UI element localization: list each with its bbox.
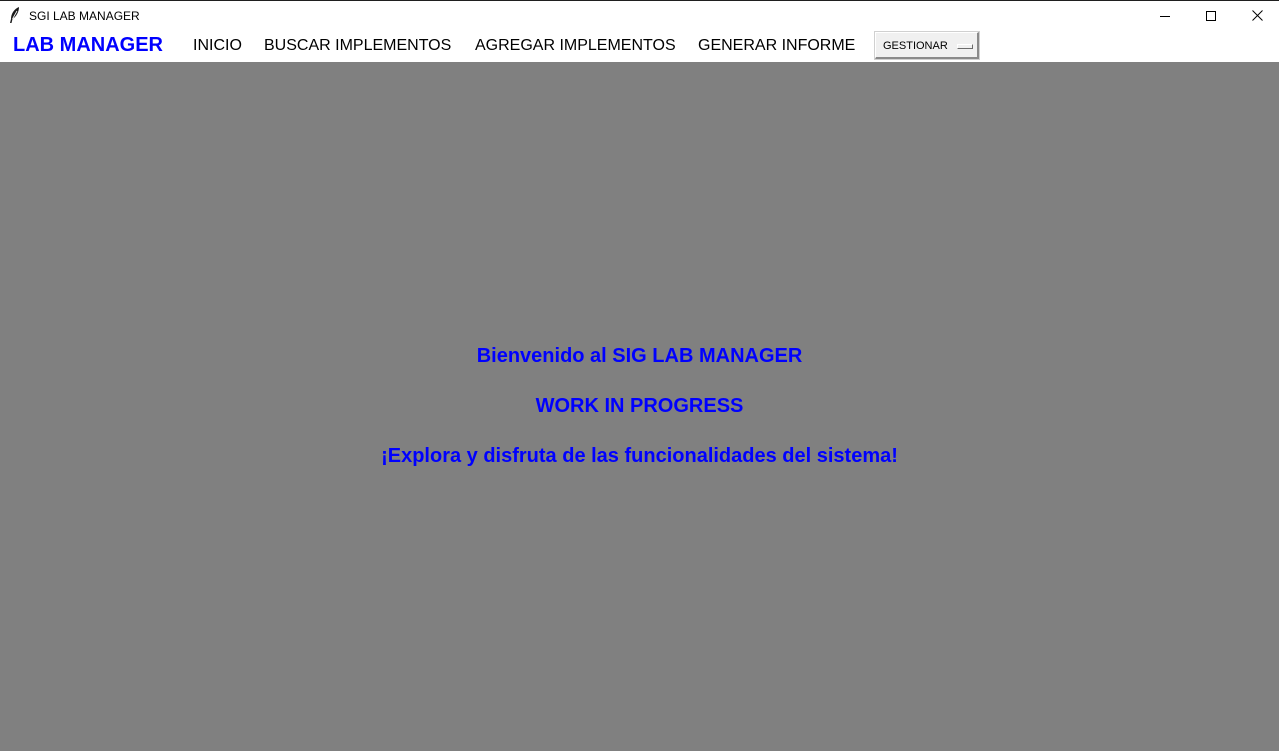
minimize-icon: [1160, 11, 1170, 21]
brand-title: LAB MANAGER: [13, 34, 163, 56]
option-menu-indicator-icon: [957, 44, 973, 49]
menu-item-agregar-implementos[interactable]: AGREGAR IMPLEMENTOS: [475, 37, 676, 55]
close-button[interactable]: [1234, 1, 1279, 30]
feather-icon: [8, 6, 22, 24]
welcome-message: Bienvenido al SIG LAB MANAGER: [476, 345, 803, 367]
close-icon: [1251, 10, 1263, 21]
menu-item-generar-informe[interactable]: GENERAR INFORME: [698, 37, 855, 55]
maximize-icon: [1206, 10, 1216, 21]
menu-bar: LAB MANAGER INICIO BUSCAR IMPLEMENTOS AG…: [0, 30, 1279, 62]
window-title: SGI LAB MANAGER: [29, 9, 140, 23]
main-content: Bienvenido al SIG LAB MANAGER WORK IN PR…: [0, 62, 1279, 751]
menu-item-buscar-implementos[interactable]: BUSCAR IMPLEMENTOS: [264, 37, 451, 55]
gestionar-menubutton[interactable]: GESTIONAR: [874, 31, 980, 60]
minimize-button[interactable]: [1142, 1, 1188, 30]
menu-item-inicio[interactable]: INICIO: [193, 37, 242, 55]
maximize-button[interactable]: [1188, 1, 1234, 30]
gestionar-label: GESTIONAR: [883, 40, 948, 52]
work-in-progress-message: WORK IN PROGRESS: [535, 395, 744, 417]
app-window: SGI LAB MANAGER LAB MANAGER INICIO BUSCA…: [0, 0, 1279, 751]
title-bar[interactable]: SGI LAB MANAGER: [0, 0, 1279, 30]
explore-message: ¡Explora y disfruta de las funcionalidad…: [381, 445, 898, 467]
